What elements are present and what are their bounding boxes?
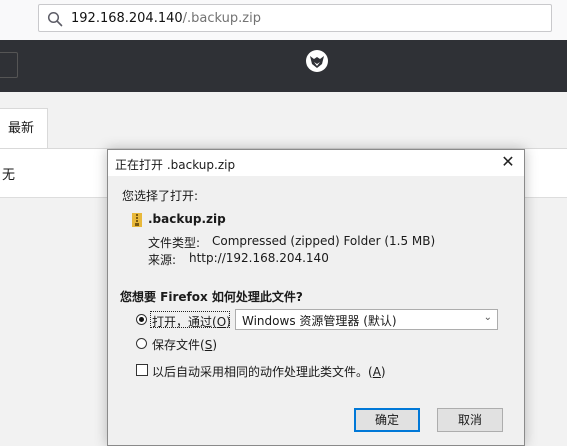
- remember-choice-checkbox[interactable]: [136, 364, 148, 376]
- open-file-dialog: 正在打开 .backup.zip ✕ 您选择了打开: .backup.zip 文…: [107, 149, 525, 446]
- tab-latest[interactable]: 最新: [0, 108, 48, 148]
- url-bar[interactable]: 192.168.204.140/.backup.zip: [38, 4, 552, 32]
- chevron-down-icon: ⌄: [483, 312, 492, 323]
- file-type-label: 文件类型:: [148, 236, 201, 250]
- page-tabstrip: 最新: [0, 108, 567, 149]
- url-host: 192.168.204.140: [71, 11, 183, 26]
- site-logo-icon: [306, 50, 328, 72]
- file-type-value: Compressed (zipped) Folder (1.5 MB): [212, 234, 436, 248]
- open-with-radio[interactable]: [136, 314, 147, 325]
- source-value: http://192.168.204.140: [189, 251, 329, 265]
- url-text[interactable]: 192.168.204.140/.backup.zip: [71, 11, 261, 27]
- save-file-radio[interactable]: [136, 338, 147, 349]
- handling-question: 您想要 Firefox 如何处理此文件?: [120, 290, 303, 304]
- zip-file-icon: [132, 213, 142, 227]
- dialog-title: 正在打开 .backup.zip: [115, 158, 236, 172]
- dialog-intro: 您选择了打开:: [122, 189, 199, 203]
- menu-button-edge[interactable]: [0, 52, 18, 78]
- remember-choice-label[interactable]: 以后自动采用相同的动作处理此类文件。(A): [152, 363, 386, 380]
- dialog-titlebar: 正在打开 .backup.zip ✕: [108, 150, 524, 176]
- close-button[interactable]: ✕: [492, 150, 524, 176]
- source-label: 来源:: [148, 253, 177, 267]
- file-name: .backup.zip: [148, 212, 226, 226]
- search-icon: [47, 11, 63, 27]
- content-cell: 无: [2, 168, 16, 183]
- open-with-app-value: Windows 资源管理器 (默认): [242, 314, 397, 328]
- url-path: /.backup.zip: [182, 11, 261, 26]
- open-with-label: 打开，通过(O): [152, 315, 231, 329]
- open-with-label-focus[interactable]: 打开，通过(O): [150, 311, 231, 329]
- ok-button[interactable]: 确定: [354, 408, 420, 432]
- cancel-button[interactable]: 取消: [437, 408, 503, 432]
- site-header: [0, 40, 567, 92]
- browser-toolbar: 192.168.204.140/.backup.zip: [0, 0, 567, 40]
- open-with-app-select[interactable]: Windows 资源管理器 (默认) ⌄: [235, 309, 498, 330]
- save-file-label[interactable]: 保存文件(S): [152, 336, 217, 353]
